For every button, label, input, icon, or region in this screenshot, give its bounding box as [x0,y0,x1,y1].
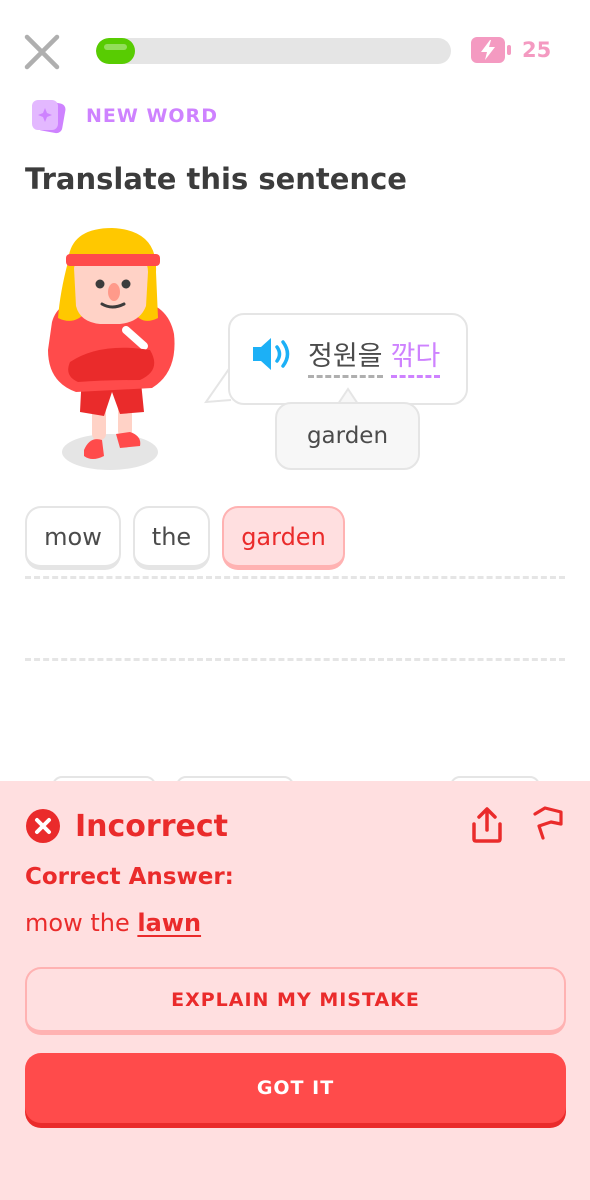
close-icon [24,34,60,70]
flag-icon [533,806,563,840]
speaker-icon [253,338,290,370]
prompt-word[interactable]: 정원을 [308,334,383,378]
page-title: Translate this sentence [25,162,407,196]
share-icon [472,807,502,843]
play-audio-button[interactable] [250,334,294,378]
prompt-new-word[interactable]: 깎다 [390,334,441,378]
answer-tile[interactable]: mow [25,506,121,570]
energy-battery-icon [471,37,511,63]
answer-tile-incorrect[interactable]: garden [222,506,345,570]
feedback-status-text: Incorrect [75,808,228,844]
feedback-status: Incorrect [25,808,228,844]
answer-tile[interactable]: the [133,506,210,570]
correct-answer-prefix: mow the [25,909,130,937]
report-button[interactable] [531,806,565,846]
answer-line [25,658,565,661]
correct-answer: mow the lawn [25,909,201,937]
new-word-card-icon [32,100,66,134]
correct-answer-label: Correct Answer: [25,864,234,890]
close-button[interactable] [22,32,62,72]
share-button[interactable] [470,806,504,848]
energy-count: 25 [522,38,552,62]
got-it-button[interactable]: GOT IT [25,1053,566,1123]
word-hint-tooltip: garden [275,402,420,470]
energy-counter[interactable]: 25 [470,36,551,64]
correct-answer-key-word: lawn [137,909,202,937]
new-word-label: NEW WORD [86,105,218,127]
x-circle-icon [26,809,60,843]
prompt-sentence: 정원을 깎다 [308,334,441,378]
answer-line [25,576,565,579]
new-word-badge: NEW WORD [30,98,218,134]
character-illustration [40,222,180,482]
progress-fill [96,38,136,64]
explain-mistake-button[interactable]: EXPLAIN MY MISTAKE [25,967,566,1035]
lesson-progress-bar [96,38,451,64]
